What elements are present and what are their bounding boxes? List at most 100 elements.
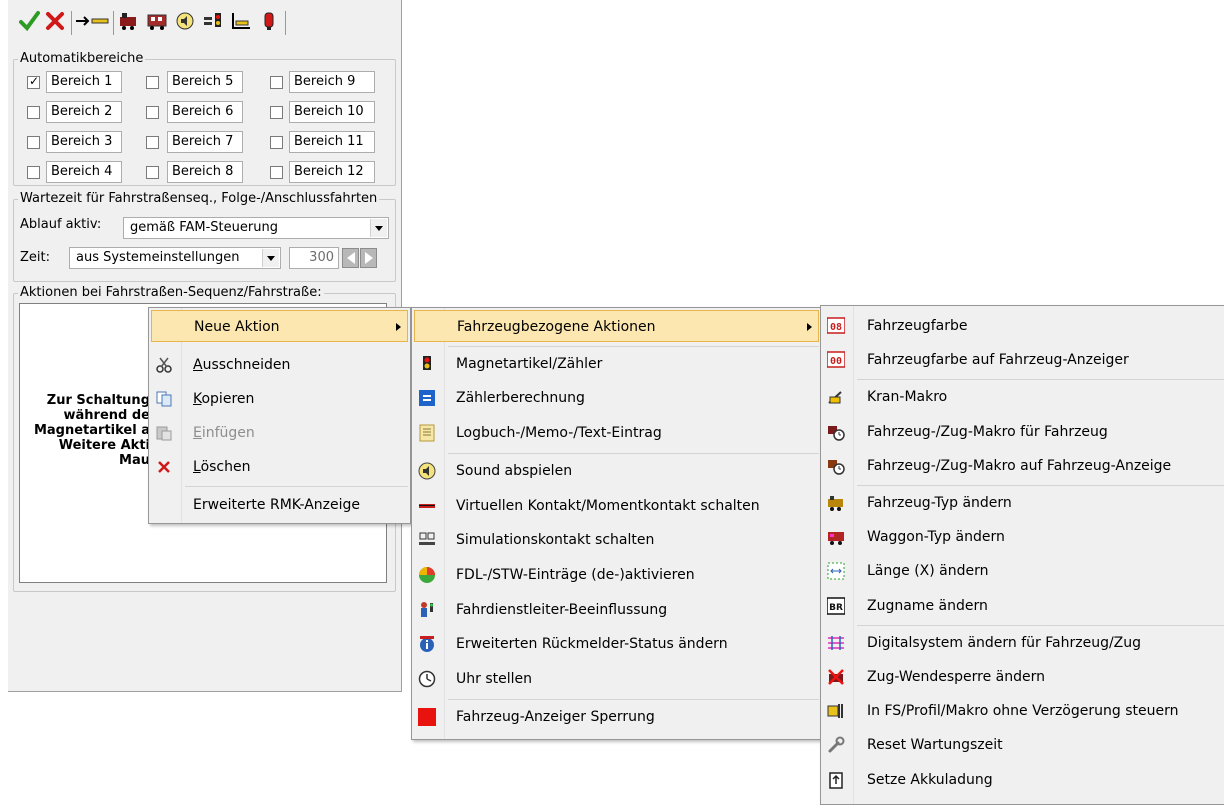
menu-item-erweiterte-rmk[interactable]: Erweiterte RMK-Anzeige xyxy=(151,489,408,521)
svg-text:BR: BR xyxy=(829,603,843,613)
zeit-select[interactable]: aus Systemeinstellungen xyxy=(69,247,281,269)
area-checkbox[interactable] xyxy=(270,166,283,179)
menu-item-kopieren[interactable]: Kopieren xyxy=(151,383,408,415)
area-checkbox[interactable] xyxy=(27,106,40,119)
vehicle-type-icon xyxy=(827,494,845,512)
area-name-field[interactable]: Bereich 10 xyxy=(289,101,375,123)
ok-check-icon[interactable] xyxy=(16,5,42,37)
menu-item-vehicle-macro[interactable]: Fahrzeug-/Zug-Makro für Fahrzeug xyxy=(823,416,1224,448)
area-checkbox[interactable]: ✓ xyxy=(27,74,40,89)
toolbar-separator xyxy=(113,11,114,35)
menu-item-info-icon[interactable]: Erweiterten Rückmelder-Status ändern xyxy=(414,628,819,660)
menu-item-simulation-icon[interactable]: Simulationskontakt schalten xyxy=(414,524,819,556)
zeit-label: Zeit: xyxy=(20,250,50,265)
length-icon xyxy=(827,562,845,580)
cancel-x-icon[interactable] xyxy=(42,5,68,37)
chevron-down-icon[interactable] xyxy=(262,249,279,267)
menu-item-clock-icon[interactable]: Uhr stellen xyxy=(414,663,819,695)
hint-line: Zur Schaltung xyxy=(46,393,150,408)
vehicle-actions-submenu: 08 Fahrzeugfarbe 00 Fahrzeugfarbe auf Fahrz… xyxy=(820,305,1224,805)
lamp-icon[interactable] xyxy=(256,5,282,37)
menu-item-wagon-type[interactable]: Waggon-Typ ändern xyxy=(823,521,1224,553)
actions-legend: Aktionen bei Fahrstraßen-Sequenz/Fahrstr… xyxy=(20,285,322,300)
menu-item-red-square-icon[interactable]: Fahrzeug-Anzeiger Sperrung xyxy=(414,701,819,733)
sound-icon[interactable] xyxy=(172,5,198,37)
area-name-field[interactable]: Bereich 4 xyxy=(46,161,122,183)
menu-item-einfuegen: Einfügen xyxy=(151,417,408,449)
menu-item-vehicle-macro-display[interactable]: Fahrzeug-/Zug-Makro auf Fahrzeug-Anzeige xyxy=(823,450,1224,482)
toolbar-separator xyxy=(285,11,286,35)
menu-item-no-delay[interactable]: In FS/Profil/Makro ohne Verzögerung steu… xyxy=(823,695,1224,727)
menu-item-label-rest: usschneiden xyxy=(202,357,291,373)
menu-item-label: Fahrzeug-Typ ändern xyxy=(867,495,1012,511)
area-checkbox[interactable] xyxy=(146,76,159,89)
menu-item-digital-system[interactable]: Digitalsystem ändern für Fahrzeug/Zug xyxy=(823,627,1224,659)
area-checkbox[interactable] xyxy=(146,166,159,179)
area-name-field[interactable]: Bereich 11 xyxy=(289,131,375,153)
menu-item-fdl-icon[interactable]: FDL-/STW-Einträge (de-)aktivieren xyxy=(414,559,819,591)
new-action-submenu: Fahrzeugbezogene Aktionen Magnetartikel/Z… xyxy=(411,307,822,740)
area-name-field[interactable]: Bereich 5 xyxy=(167,71,243,93)
zeit-number-field[interactable]: 300 xyxy=(289,247,339,269)
chart-icon[interactable] xyxy=(228,5,254,37)
menu-item-neue-aktion[interactable]: Neue Aktion xyxy=(151,310,408,342)
menu-item-logbook-icon[interactable]: Logbuch-/Memo-/Text-Eintrag xyxy=(414,417,819,449)
ablauf-value: gemäß FAM-Steuerung xyxy=(130,220,278,235)
menu-item-label: Zugname ändern xyxy=(867,597,988,614)
ablauf-select[interactable]: gemäß FAM-Steuerung xyxy=(123,217,389,239)
area-checkbox[interactable] xyxy=(27,136,40,149)
delete-x-icon xyxy=(155,458,173,476)
menu-item-length[interactable]: Länge (X) ändern xyxy=(823,555,1224,587)
menu-item-vehicle-color-display[interactable]: 00 Fahrzeugfarbe auf Fahrzeug-Anzeiger xyxy=(823,344,1224,376)
menu-item-label: Zählerberechnung xyxy=(456,390,585,407)
locomotive-icon[interactable] xyxy=(116,5,142,37)
area-name-field[interactable]: Bereich 7 xyxy=(167,131,243,153)
menu-item-label: Kran-Makro xyxy=(867,389,948,406)
chevron-down-icon[interactable] xyxy=(370,219,387,237)
area-name-field[interactable]: Bereich 3 xyxy=(46,131,122,153)
area-checkbox[interactable] xyxy=(146,136,159,149)
vehicle-color-display-icon: 00 xyxy=(827,351,845,369)
menu-item-ausschneiden[interactable]: Ausschneiden xyxy=(151,349,408,381)
contact-icon xyxy=(418,497,436,515)
area-checkbox[interactable] xyxy=(270,76,283,89)
increase-arrow-icon[interactable] xyxy=(360,248,377,268)
menu-item-dispatcher-icon[interactable]: Fahrdienstleiter-Beeinflussung xyxy=(414,594,819,626)
check-mark-icon: ✓ xyxy=(29,74,40,88)
menu-item-vehicle-type[interactable]: Fahrzeug-Typ ändern xyxy=(823,487,1224,519)
menu-item-speaker-icon[interactable]: Sound abspielen xyxy=(414,455,819,487)
menu-item-signal-light-icon[interactable]: Magnetartikel/Zähler xyxy=(414,348,819,380)
menu-item-vehicle-color[interactable]: 08 Fahrzeugfarbe xyxy=(823,310,1224,342)
area-name-field[interactable]: Bereich 2 xyxy=(46,101,122,123)
signal-icon[interactable] xyxy=(200,5,226,37)
area-name-field[interactable]: Bereich 1 xyxy=(46,71,122,93)
menu-item-label: Fahrzeugbezogene Aktionen xyxy=(457,319,656,335)
arrow-track-icon[interactable] xyxy=(74,5,110,37)
area-checkbox[interactable] xyxy=(270,136,283,149)
menu-item-contact-icon[interactable]: Virtuellen Kontakt/Momentkontakt schalte… xyxy=(414,490,819,522)
fdl-icon xyxy=(418,566,436,584)
area-name-field[interactable]: Bereich 9 xyxy=(289,71,375,93)
area-checkbox[interactable] xyxy=(27,166,40,179)
menu-item-equals-icon[interactable]: Zählerberechnung xyxy=(414,382,819,414)
area-name-field[interactable]: Bereich 8 xyxy=(167,161,243,183)
menu-item-wrench[interactable]: Reset Wartungszeit xyxy=(823,729,1224,761)
hint-line: Weitere Akti xyxy=(58,438,150,453)
area-name-field[interactable]: Bereich 12 xyxy=(289,161,375,183)
menu-item-label: Fahrzeugfarbe auf Fahrzeug-Anzeiger xyxy=(867,352,1129,369)
menu-item-loeschen[interactable]: Löschen xyxy=(151,451,408,483)
svg-text:00: 00 xyxy=(830,356,842,367)
menu-item-battery[interactable]: Setze Akkuladung xyxy=(823,764,1224,796)
menu-item-train-name[interactable]: BR Zugname ändern xyxy=(823,590,1224,622)
menu-item-label: Sound abspielen xyxy=(456,462,573,479)
area-checkbox[interactable] xyxy=(146,106,159,119)
menu-item-crane[interactable]: Kran-Makro xyxy=(823,381,1224,413)
menu-item-submenu[interactable]: Fahrzeugbezogene Aktionen xyxy=(414,310,819,342)
menu-item-reverse-lock[interactable]: Zug-Wendesperre ändern xyxy=(823,661,1224,693)
vehicle-macro-display-icon xyxy=(827,457,845,475)
wagon-icon[interactable] xyxy=(144,5,170,37)
decrease-arrow-icon[interactable] xyxy=(342,248,359,268)
area-checkbox[interactable] xyxy=(270,106,283,119)
area-name-field[interactable]: Bereich 6 xyxy=(167,101,243,123)
dispatcher-icon xyxy=(418,601,436,619)
